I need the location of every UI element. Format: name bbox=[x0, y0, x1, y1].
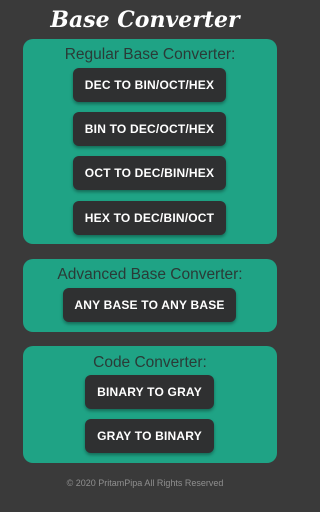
any-base-to-any-base-button[interactable]: ANY BASE TO ANY BASE bbox=[63, 288, 236, 322]
binary-to-gray-button[interactable]: BINARY TO GRAY bbox=[85, 375, 214, 409]
footer-copyright: © 2020 PritamPipa All Rights Reserved bbox=[66, 478, 224, 488]
code-converter-card: Code Converter: BINARY TO GRAY GRAY TO B… bbox=[23, 346, 277, 463]
oct-to-dec-bin-hex-button[interactable]: OCT TO DEC/BIN/HEX bbox=[73, 156, 226, 190]
bin-to-dec-oct-hex-button[interactable]: BIN TO DEC/OCT/HEX bbox=[73, 112, 226, 146]
regular-converter-card: Regular Base Converter: DEC TO BIN/OCT/H… bbox=[23, 39, 277, 244]
advanced-converter-card: Advanced Base Converter: ANY BASE TO ANY… bbox=[23, 259, 277, 332]
code-converter-title: Code Converter: bbox=[93, 354, 207, 371]
advanced-converter-title: Advanced Base Converter: bbox=[57, 266, 243, 283]
hex-to-dec-bin-oct-button[interactable]: HEX TO DEC/BIN/OCT bbox=[73, 201, 226, 235]
gray-to-binary-button[interactable]: GRAY TO BINARY bbox=[85, 419, 214, 453]
dec-to-bin-oct-hex-button[interactable]: DEC TO BIN/OCT/HEX bbox=[73, 68, 226, 102]
app-title: Base Converter bbox=[50, 7, 240, 33]
regular-converter-title: Regular Base Converter: bbox=[64, 46, 236, 63]
